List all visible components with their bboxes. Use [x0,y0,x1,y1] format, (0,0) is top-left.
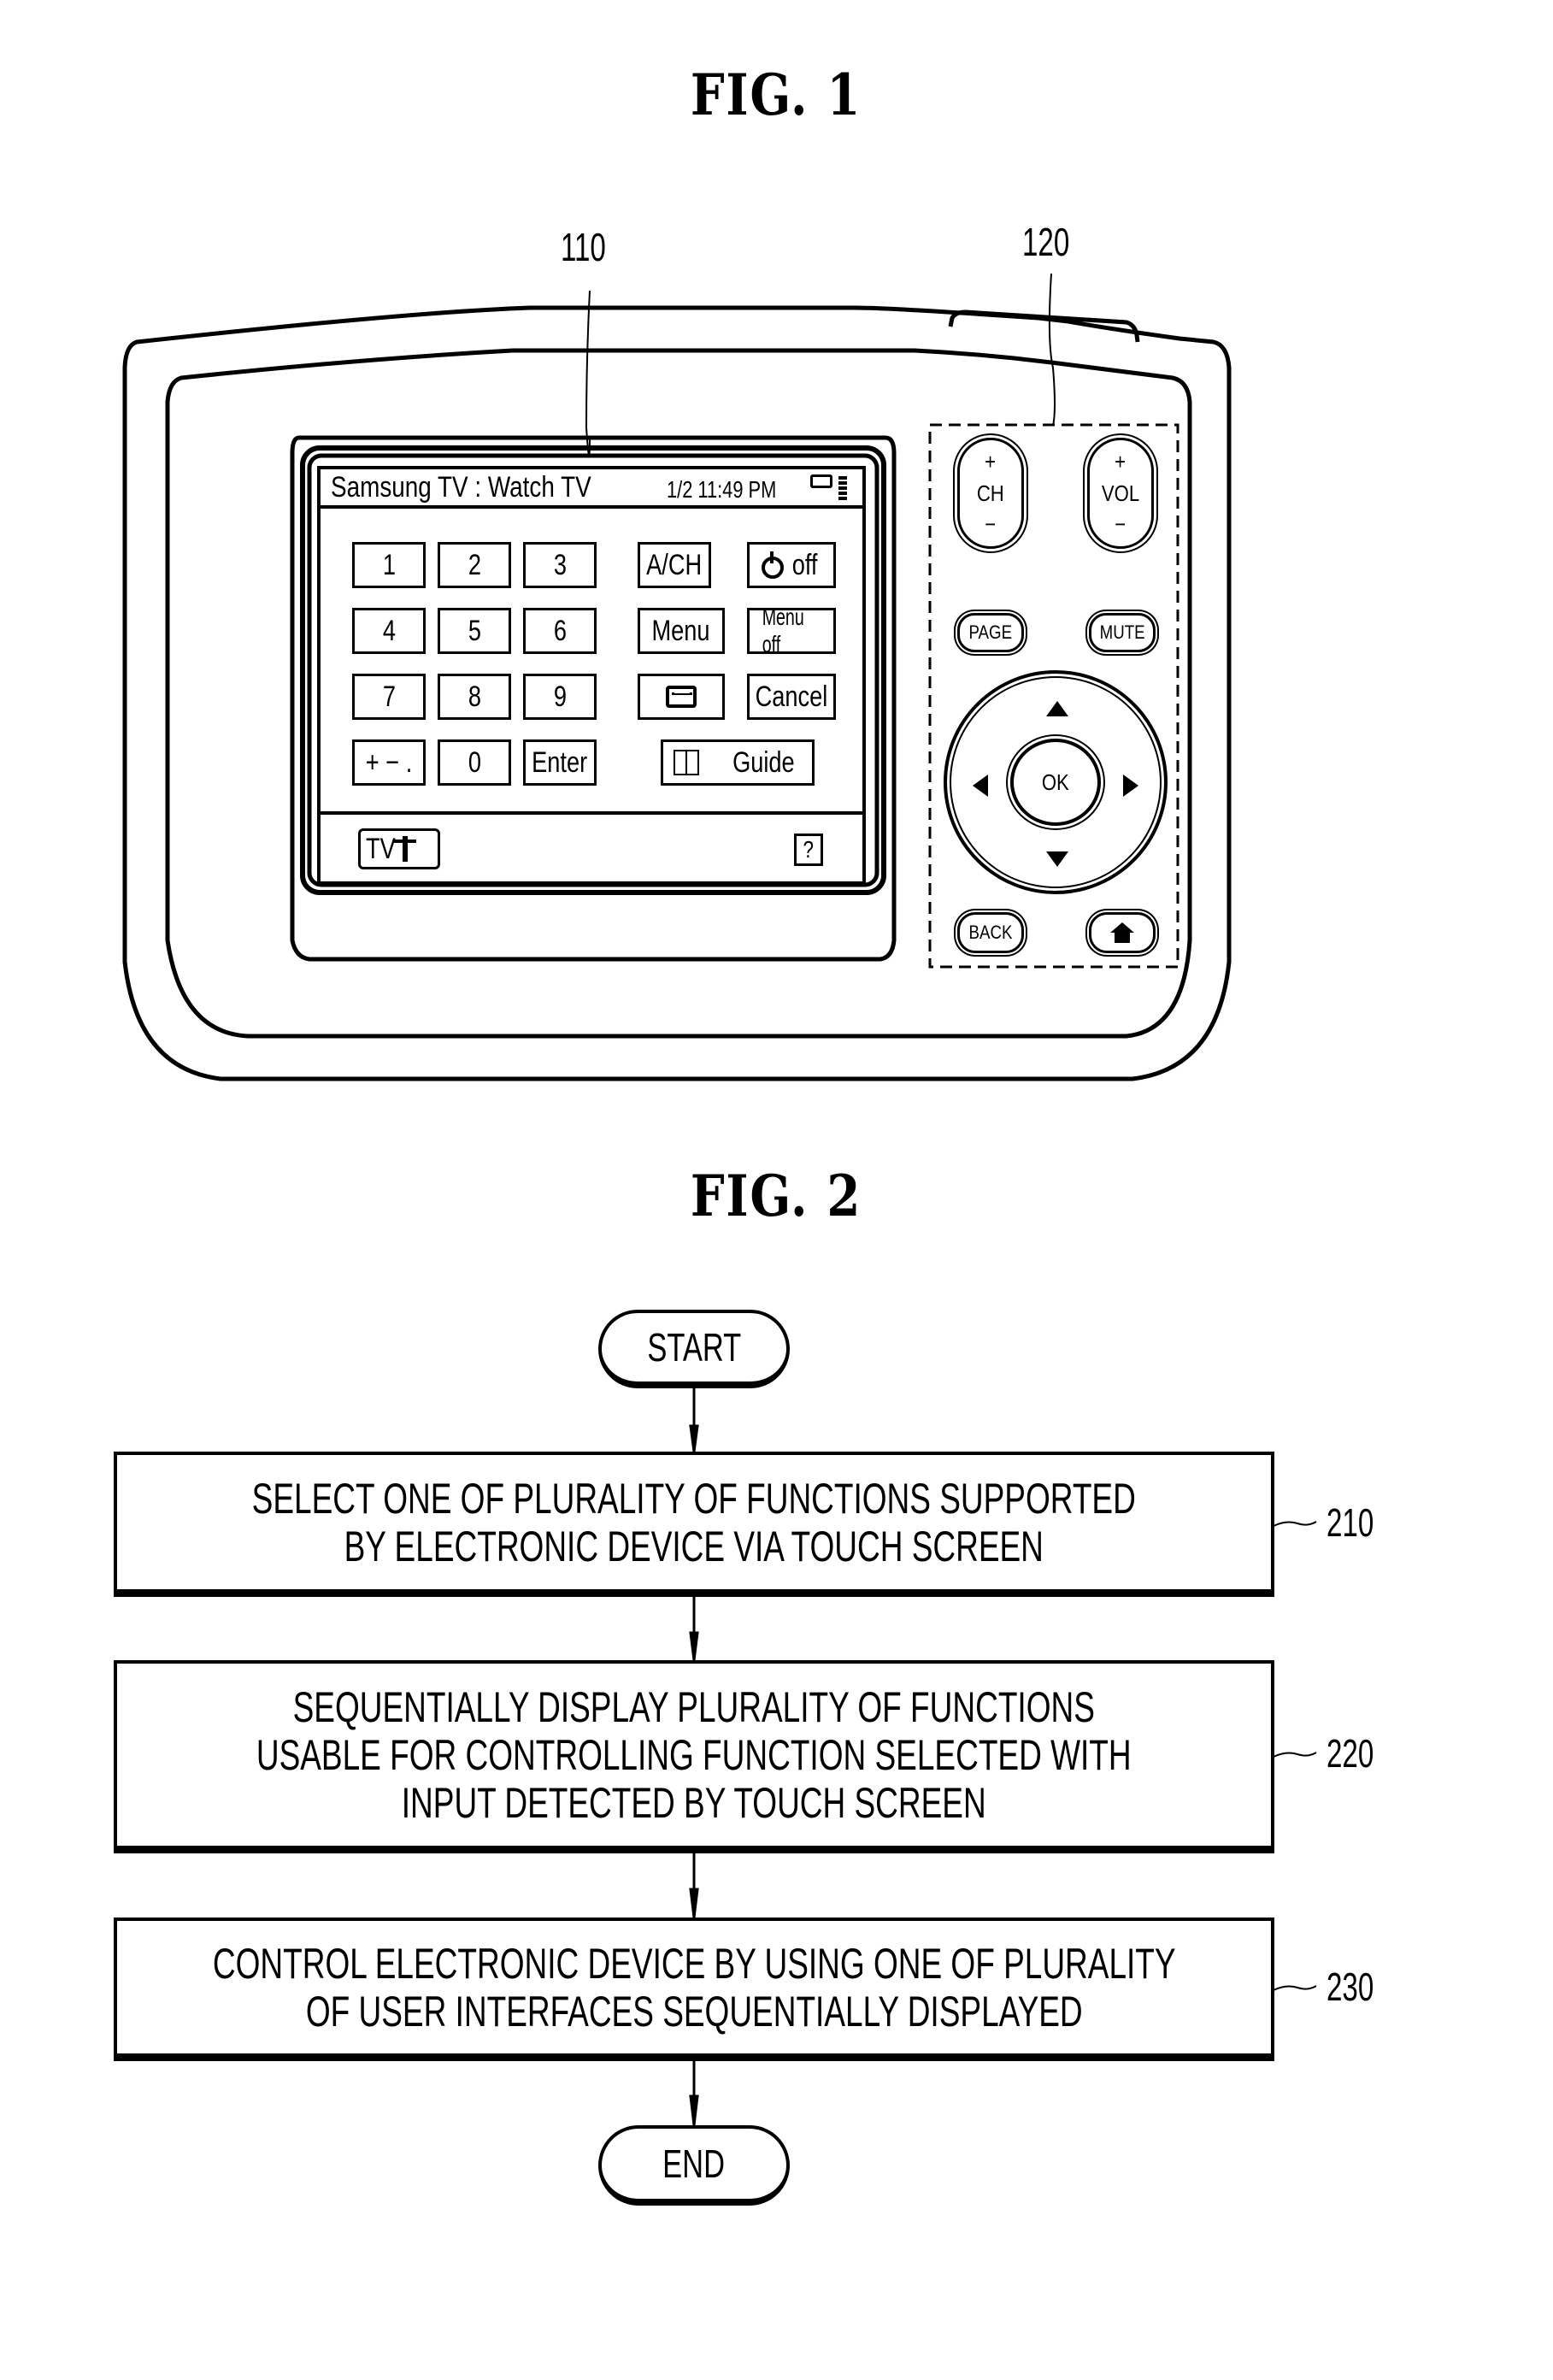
step-230-line: OF USER INTERFACES SEQUENTIALLY DISPLAYE… [305,1987,1083,2035]
step-210-line: SELECT ONE OF PLURALITY OF FUNCTIONS SUP… [251,1474,1137,1523]
flow-step-210: SELECT ONE OF PLURALITY OF FUNCTIONS SUP… [114,1452,1274,1597]
flow-end: END [598,2125,790,2206]
ref-230-label: 230 [1327,1965,1374,2009]
flow-start-label: START [647,1325,741,1370]
ref-220-label: 220 [1327,1731,1374,1776]
flow-start: START [598,1310,790,1388]
step-230-line: CONTROL ELECTRONIC DEVICE BY USING ONE O… [212,1939,1176,1988]
ref-220-leader [1273,1752,1317,1758]
arrowhead-230 [689,1888,699,1918]
arrowhead-220 [689,1631,699,1661]
arrowhead-210 [689,1424,699,1452]
step-220-line: USABLE FOR CONTROLLING FUNCTION SELECTED… [256,1730,1132,1779]
step-220-line: SEQUENTIALLY DISPLAY PLURALITY OF FUNCTI… [292,1682,1096,1731]
ref-230-leader [1273,1985,1317,1991]
arrowhead-end [689,2094,699,2126]
flow-step-220: SEQUENTIALLY DISPLAY PLURALITY OF FUNCTI… [114,1660,1274,1853]
ref-210-label: 210 [1327,1500,1374,1545]
flow-step-230: CONTROL ELECTRONIC DEVICE BY USING ONE O… [114,1918,1274,2061]
step-210-line: BY ELECTRONIC DEVICE VIA TOUCH SCREEN [344,1522,1044,1570]
step-220-line: INPUT DETECTED BY TOUCH SCREEN [402,1778,986,1827]
flow-end-label: END [662,2141,726,2186]
ref-210-leader [1273,1521,1317,1527]
